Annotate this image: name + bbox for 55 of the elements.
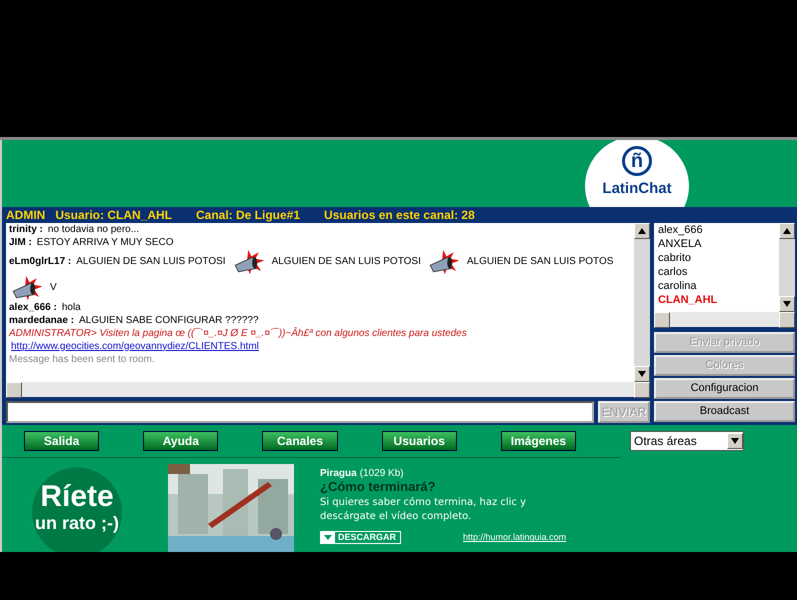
chat-link[interactable]: http://www.geocities.com/geovannydiez/CLIENTES.html xyxy=(11,340,259,352)
chat-message: ALGUIEN DE SAN LUIS POTOS xyxy=(466,256,614,268)
chat-message: no todavia no pero... xyxy=(48,224,140,235)
ad-body: Si quieres saber cómo termina, haz clic y descárgate el vídeo completo. xyxy=(320,496,528,524)
horizontal-scrollbar[interactable] xyxy=(6,382,650,397)
chat-message: ALGUIEN DE SAN LUIS POTOSI xyxy=(76,256,226,268)
message-input[interactable] xyxy=(6,400,594,423)
ad-slogan: un rato ;-) xyxy=(35,513,119,534)
user-label: Usuario: CLAN_AHL xyxy=(55,208,172,222)
chat-message: ALGUIEN SABE CONFIGURAR ?????? xyxy=(79,314,259,326)
up-arrow-icon xyxy=(783,228,791,234)
download-icon xyxy=(321,532,335,543)
nav-button[interactable]: Usuarios xyxy=(382,430,457,451)
areas-select[interactable]: Otras áreas xyxy=(630,431,744,452)
down-arrow-icon xyxy=(783,300,791,307)
side-button[interactable]: Configuracion xyxy=(654,378,795,399)
ad-size: (1029 Kb) xyxy=(360,468,404,479)
ad-headline: ¿Cómo terminará? xyxy=(320,478,437,494)
chat-message: ALGUIEN DE SAN LUIS POTOSI xyxy=(272,256,421,268)
nav-button[interactable]: Canales xyxy=(262,430,338,451)
vertical-scrollbar[interactable] xyxy=(634,222,650,382)
user-list-item[interactable]: carlos xyxy=(654,264,779,279)
down-arrow-icon xyxy=(731,438,739,444)
download-button[interactable]: DESCARGAR xyxy=(320,530,402,544)
nav-button[interactable]: Imágenes xyxy=(500,430,576,451)
user-list-item[interactable]: cabrito xyxy=(654,250,779,265)
chat-message: hola xyxy=(62,302,81,313)
chat-message: V xyxy=(50,282,57,294)
chat-message: ESTOY ARRIVA Y MUY SECO xyxy=(36,236,174,248)
nav-button[interactable]: Ayuda xyxy=(143,430,218,451)
chat-username: JIM : xyxy=(9,236,32,248)
chat-username: mardedanae : xyxy=(9,314,74,326)
user-list-item[interactable]: alex_666 xyxy=(654,222,779,237)
user-count-label: Usuarios en este canal: 28 xyxy=(324,208,475,222)
user-list-item[interactable]: carolina xyxy=(654,278,779,293)
system-message: Message has been sent to room. xyxy=(9,352,156,366)
logo-mark: ñ xyxy=(622,146,652,176)
nav-button[interactable]: Salida xyxy=(24,430,100,451)
up-arrow-icon xyxy=(638,228,646,234)
ad-slogan: Ríete xyxy=(40,481,114,514)
side-button[interactable]: Broadcast xyxy=(654,400,795,422)
user-list-item[interactable]: ANXELA xyxy=(654,236,779,251)
horizontal-scrollbar[interactable] xyxy=(654,312,795,327)
ad-link[interactable]: http://humor.latinguia.com xyxy=(463,532,566,542)
channel-label: Canal: De Ligue#1 xyxy=(196,208,300,222)
vertical-scrollbar[interactable] xyxy=(779,222,795,312)
down-arrow-icon xyxy=(638,370,646,377)
chat-username: alex_666 : xyxy=(9,302,57,313)
logo-name: LatinChat xyxy=(602,180,672,197)
chat-username: eLm0glrL17 : xyxy=(9,256,72,268)
ad-title: Piragua xyxy=(320,468,357,479)
user-list-item[interactable]: CLAN_AHL xyxy=(654,292,779,307)
admin-message: ADMINISTRATOR> Visiten la pagina œ ((¯`¤_.¤J Ø E ¤_.¤´¯))~Âh£ª con algunos clientes para ustedes xyxy=(9,326,468,340)
chat-username: trinity : xyxy=(9,224,43,235)
role-label: ADMIN xyxy=(6,208,46,222)
